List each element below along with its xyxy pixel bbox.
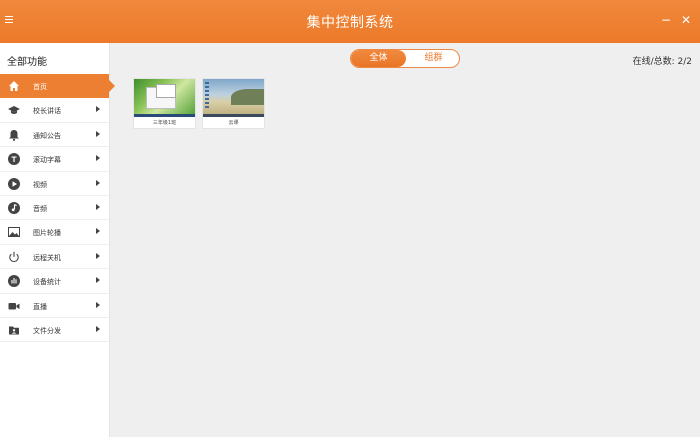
device-name: 三年级1班 xyxy=(152,120,177,126)
sidebar-item-device-stats[interactable]: 设备统计 xyxy=(0,269,109,294)
device-card[interactable]: 云课 xyxy=(202,78,265,129)
graduation-cap-icon xyxy=(8,104,20,116)
sidebar-item-live[interactable]: 直播 xyxy=(0,294,109,318)
sidebar-item-remote-shutdown[interactable]: 远程关机 xyxy=(0,245,109,270)
chevron-right-icon xyxy=(96,203,100,210)
toggle-group-button[interactable]: 组群 xyxy=(406,50,459,67)
sidebar-item-label: 直播 xyxy=(33,302,47,311)
file-share-icon xyxy=(8,324,20,336)
chevron-right-icon xyxy=(96,277,100,284)
chevron-right-icon xyxy=(96,228,100,235)
sidebar-item-slideshow[interactable]: 图片轮播 xyxy=(0,220,109,245)
online-status: 在线/总数: 2/2 xyxy=(632,57,692,67)
chevron-right-icon xyxy=(96,179,100,186)
sidebar-item-file-distribution[interactable]: 文件分发 xyxy=(0,318,109,343)
device-screen-thumbnail xyxy=(203,79,264,117)
sidebar-item-video[interactable]: 视频 xyxy=(0,172,109,196)
window-title: 集中控制系统 xyxy=(306,15,394,31)
chevron-right-icon xyxy=(96,155,100,162)
chevron-right-icon xyxy=(96,106,100,113)
sidebar: 全部功能 首页 校长讲话 通知公告 滚动字幕 视频 音频 图片轮播 远程关机 设… xyxy=(0,43,115,437)
view-toggle: 全体 组群 xyxy=(350,49,460,68)
play-icon xyxy=(8,177,20,190)
sidebar-item-label: 通知公告 xyxy=(33,131,61,140)
sidebar-item-label: 首页 xyxy=(33,83,47,91)
power-icon xyxy=(8,251,20,263)
chevron-right-icon xyxy=(96,301,100,308)
sidebar-header: 全部功能 xyxy=(7,57,47,68)
sidebar-item-label: 远程关机 xyxy=(33,253,61,262)
sidebar-item-label: 滚动字幕 xyxy=(33,156,61,165)
device-card[interactable]: 三年级1班 xyxy=(133,78,196,129)
toggle-all-button[interactable]: 全体 xyxy=(351,50,406,67)
sidebar-item-label: 设备统计 xyxy=(33,278,61,287)
image-icon xyxy=(8,226,20,238)
stats-icon xyxy=(8,275,20,288)
sidebar-item-label: 文件分发 xyxy=(33,326,61,335)
chevron-right-icon xyxy=(96,252,100,259)
home-icon xyxy=(8,80,20,92)
sidebar-item-label: 图片轮播 xyxy=(33,229,61,238)
sidebar-item-home[interactable]: 首页 xyxy=(0,74,115,99)
device-name: 云课 xyxy=(228,120,239,126)
sidebar-item-scrolling-caption[interactable]: 滚动字幕 xyxy=(0,147,109,172)
chevron-right-icon xyxy=(96,325,100,332)
sidebar-item-audio[interactable]: 音频 xyxy=(0,196,109,221)
title-bar: 集中控制系统 − ✕ xyxy=(0,0,700,43)
sidebar-item-notice[interactable]: 通知公告 xyxy=(0,123,109,148)
sidebar-item-principal-speech[interactable]: 校长讲话 xyxy=(0,98,109,123)
video-camera-icon xyxy=(8,300,20,312)
bell-icon xyxy=(8,129,20,141)
chevron-right-icon xyxy=(96,130,100,137)
text-t-icon xyxy=(8,153,20,166)
sidebar-item-label: 音频 xyxy=(33,204,47,213)
close-button[interactable]: ✕ xyxy=(681,13,691,27)
minimize-button[interactable]: − xyxy=(661,13,671,27)
music-note-icon xyxy=(8,201,20,214)
device-screen-thumbnail xyxy=(134,79,195,117)
sidebar-item-label: 视频 xyxy=(33,180,47,189)
sidebar-item-label: 校长讲话 xyxy=(33,107,61,116)
